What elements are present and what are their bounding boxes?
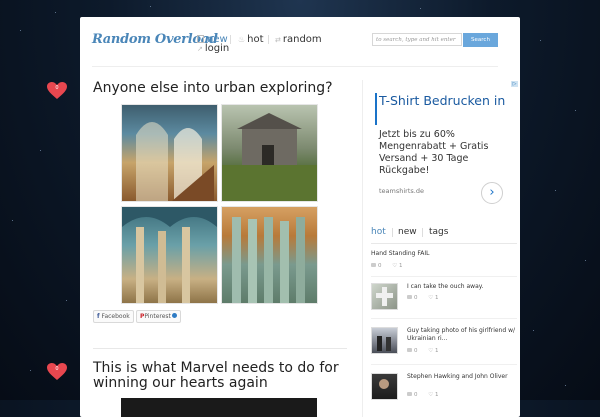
search-button[interactable]: Search	[463, 33, 498, 47]
sidebar-item-title[interactable]: I can take the ouch away.	[407, 283, 517, 291]
cross-image	[376, 287, 393, 306]
abandoned-house-image	[222, 113, 317, 201]
header-divider	[92, 66, 498, 67]
comment-icon	[407, 348, 412, 352]
post-2-title[interactable]: This is what Marvel needs to do for winn…	[93, 361, 343, 391]
post-1-photo-2[interactable]	[221, 104, 318, 202]
sidebar-item-meta: 0 ♡ 1	[407, 392, 438, 398]
sidebar-item-meta: 0 ♡ 1	[407, 295, 438, 301]
like-icon: ♡	[392, 263, 398, 269]
ad-text: Jetzt bis zu 60% Mengenrabatt + Gratis V…	[379, 129, 489, 176]
sidebar-item-meta: 0 ♡ 1	[407, 348, 438, 354]
post-1-like-heart[interactable]: 0	[46, 81, 68, 100]
sidebar-item-title[interactable]: Stephen Hawking and John Oliver	[407, 373, 517, 381]
tab-divider	[422, 228, 423, 237]
nav-random[interactable]: ⇄ random	[275, 34, 322, 45]
nav-hot[interactable]: ♨ hot	[238, 34, 264, 45]
comment-count: 0	[378, 263, 382, 269]
facebook-label: Facebook	[101, 313, 130, 320]
like-icon: ♡	[428, 295, 434, 301]
tab-new[interactable]: new	[398, 227, 417, 237]
post-1-like-count: 0	[55, 85, 59, 91]
item-divider	[371, 364, 517, 365]
post-2-image-top[interactable]	[121, 398, 317, 417]
nav-random-label: random	[282, 34, 322, 45]
sidebar-item-meta: 0 ♡ 1	[371, 263, 402, 269]
facebook-icon: f	[97, 313, 100, 320]
people-image	[377, 336, 391, 351]
nav-divider	[268, 35, 269, 44]
tab-tags[interactable]: tags	[429, 227, 448, 237]
gothic-arch-image	[136, 122, 214, 201]
nav-divider	[230, 35, 231, 44]
post-1-photo-1[interactable]	[121, 104, 218, 202]
sidebar-thumbnail[interactable]	[371, 327, 398, 354]
ad-block[interactable]: ▷ T-Shirt Bedrucken in Jetzt bis zu 60% …	[375, 81, 518, 209]
post-1-photo-3[interactable]	[121, 206, 218, 304]
like-count: 1	[434, 392, 439, 398]
chevron-right-icon[interactable]: ›	[481, 182, 503, 204]
sidebar-divider	[362, 80, 363, 417]
item-divider	[371, 276, 517, 277]
like-count: 1	[434, 295, 439, 301]
tab-divider	[392, 228, 393, 237]
adchoices-icon[interactable]: ▷	[511, 81, 518, 87]
comment-icon	[407, 392, 412, 396]
ad-url[interactable]: teamshirts.de	[379, 187, 424, 195]
shuffle-icon: ⇄	[275, 36, 281, 44]
nav-hot-label: hot	[247, 34, 264, 45]
item-divider	[371, 318, 517, 319]
flame-icon: ♨	[238, 35, 246, 44]
sidebar-thumbnail[interactable]	[371, 373, 398, 400]
info-icon	[171, 313, 177, 318]
sidebar-item-title[interactable]: Guy taking photo of his girlfriend w/ Uk…	[407, 327, 517, 343]
content-card: Random Overload new ♨ hot ⇄ random ↗ login …	[80, 17, 520, 417]
nav-login-label: login	[204, 43, 230, 54]
sidebar-item-title[interactable]: Hand Standing FAIL	[371, 250, 517, 258]
like-icon: ♡	[428, 392, 434, 398]
ad-accent-bar	[375, 93, 377, 125]
pinterest-label: Pinterest	[144, 313, 171, 320]
comment-count: 0	[414, 348, 418, 354]
like-count: 1	[398, 263, 403, 269]
sidebar-thumbnail[interactable]	[371, 283, 398, 310]
column-hall-image	[122, 207, 217, 303]
like-icon: ♡	[428, 348, 434, 354]
comment-icon	[371, 263, 376, 267]
post-1-title[interactable]: Anyone else into urban exploring?	[93, 80, 333, 96]
like-count: 1	[434, 348, 439, 354]
post-divider	[93, 348, 347, 349]
pinterest-share-button[interactable]: PPinterest	[136, 310, 181, 323]
portrait-image	[379, 379, 389, 389]
post-2-like-heart[interactable]: 0	[46, 362, 68, 381]
ad-title[interactable]: T-Shirt Bedrucken in	[379, 93, 514, 109]
post-1-photo-4[interactable]	[221, 206, 318, 304]
tab-underline	[371, 243, 517, 244]
tab-hot[interactable]: hot	[371, 227, 386, 237]
search-input[interactable]: to search, type and hit enter	[372, 33, 462, 46]
rusty-pipes-image	[232, 217, 305, 303]
comment-count: 0	[414, 392, 418, 398]
facebook-share-button[interactable]: f Facebook	[93, 310, 134, 323]
comment-icon	[407, 295, 412, 299]
new-icon	[197, 35, 204, 43]
login-icon: ↗	[197, 45, 203, 53]
nav-login[interactable]: ↗ login	[197, 43, 229, 54]
comment-count: 0	[414, 295, 418, 301]
post-2-like-count: 0	[55, 366, 59, 372]
